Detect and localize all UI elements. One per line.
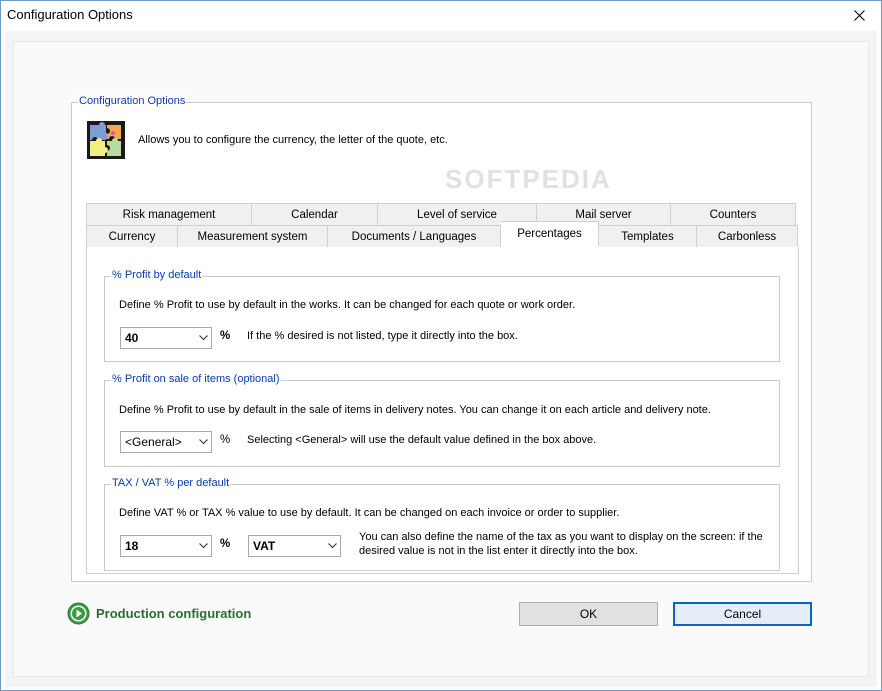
window-title: Configuration Options [7, 7, 133, 22]
tab-label: Carbonless [717, 231, 777, 243]
tab-counters[interactable]: Counters [671, 203, 796, 226]
play-circle-icon [67, 602, 90, 625]
production-configuration-label: Production configuration [96, 606, 252, 621]
tab-label: Level of service [417, 209, 497, 221]
section-hint: Selecting <General> will use the default… [247, 434, 597, 446]
production-configuration-link[interactable]: Production configuration [67, 602, 251, 625]
tab-label: Calendar [291, 209, 338, 221]
client-area: Configuration Options Allows you to conf… [5, 31, 877, 687]
percent-unit: % [220, 538, 231, 550]
tab-label: Risk management [122, 209, 216, 221]
tab-label: Counters [709, 209, 757, 221]
profit-default-section: % Profit by default Define % Profit to u… [104, 269, 780, 362]
tab-row-top: Risk management Calendar Level of servic… [86, 203, 796, 226]
section-legend: % Profit on sale of items (optional) [111, 373, 281, 385]
tab-calendar[interactable]: Calendar [252, 203, 378, 226]
tab-label: Percentages [517, 228, 582, 240]
section-hint: If the % desired is not listed, type it … [247, 330, 518, 342]
chevron-down-icon [195, 328, 211, 348]
tab-documents-languages[interactable]: Documents / Languages [328, 225, 501, 248]
ok-button-label: OK [579, 607, 598, 621]
combo-value: <General> [125, 435, 182, 449]
profit-sale-section: % Profit on sale of items (optional) Def… [104, 373, 780, 467]
section-description: Define % Profit to use by default in the… [119, 299, 576, 311]
profit-sale-combo[interactable]: <General> [120, 431, 212, 453]
section-description: Define % Profit to use by default in the… [119, 404, 711, 416]
combo-value: VAT [253, 539, 276, 553]
tab-label: Currency [108, 231, 156, 243]
profit-default-combo[interactable]: 40 [120, 327, 212, 349]
tab-row-bottom: Currency Measurement system Documents / … [86, 221, 798, 248]
section-description: Define VAT % or TAX % value to use by de… [119, 507, 620, 519]
tab-percentages[interactable]: Percentages [501, 221, 599, 246]
section-legend: TAX / VAT % per default [111, 477, 231, 489]
close-button[interactable] [837, 1, 881, 29]
tab-risk-management[interactable]: Risk management [86, 203, 252, 226]
puzzle-icon [87, 121, 125, 159]
chevron-down-icon [195, 536, 211, 556]
ok-button[interactable]: OK [519, 602, 658, 626]
group-description: Allows you to configure the currency, th… [138, 134, 448, 146]
chevron-down-icon [324, 536, 340, 556]
combo-value: 18 [125, 539, 139, 553]
tab-measurement-system[interactable]: Measurement system [178, 225, 328, 248]
combo-value: 40 [125, 331, 139, 345]
tab-label: Documents / Languages [351, 231, 477, 243]
cancel-button[interactable]: Cancel [673, 602, 812, 626]
percent-unit: % [220, 434, 231, 446]
configuration-options-group: Configuration Options Allows you to conf… [71, 95, 812, 582]
tax-value-combo[interactable]: 18 [120, 535, 212, 557]
tab-label: Mail server [575, 209, 632, 221]
chevron-down-icon [195, 432, 211, 452]
tax-name-combo[interactable]: VAT [248, 535, 341, 557]
title-bar[interactable]: Configuration Options [1, 1, 881, 29]
tax-section: TAX / VAT % per default Define VAT % or … [104, 477, 780, 571]
tab-carbonless[interactable]: Carbonless [697, 225, 798, 248]
section-legend: % Profit by default [111, 269, 203, 281]
tab-currency[interactable]: Currency [86, 225, 178, 248]
section-hint: You can also define the name of the tax … [359, 531, 763, 557]
tab-label: Measurement system [197, 231, 308, 243]
percentages-panel: % Profit by default Define % Profit to u… [86, 247, 799, 574]
percent-unit: % [220, 330, 231, 342]
close-icon [853, 9, 865, 21]
tab-label: Templates [621, 231, 674, 243]
group-legend: Configuration Options [78, 95, 187, 107]
configuration-window: Configuration Options Configuration Opti… [0, 0, 882, 691]
cancel-button-label: Cancel [723, 607, 762, 621]
tab-templates[interactable]: Templates [599, 225, 697, 248]
